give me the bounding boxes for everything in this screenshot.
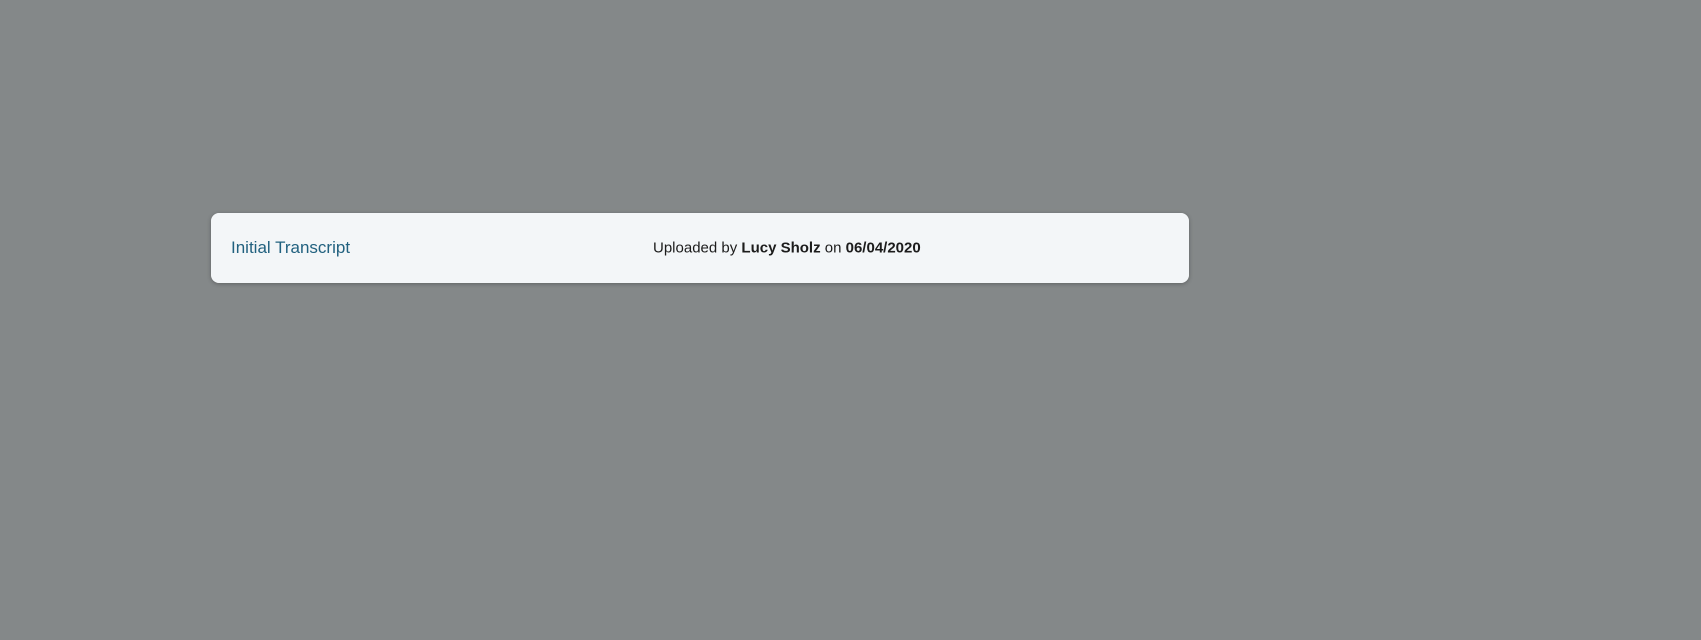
avatar (28, 119, 156, 245)
previous-button-label: Previous (31, 78, 84, 93)
sidebar-item-overview[interactable]: Overview ▾ (0, 335, 178, 375)
column-header-last-modified: Last Modified (658, 177, 742, 194)
back-link-label: Back to Student Roster (29, 16, 178, 33)
column-header-name: Name (233, 177, 271, 194)
sidebar-item-manage-documents-label: Manage Documents (24, 504, 150, 521)
last-modified-cell: – (644, 398, 1336, 462)
table-row[interactable]: Final Transcript – Upload (219, 335, 1661, 399)
recommendations-section-title: Recommendations (219, 583, 478, 619)
table-bottom-rule (219, 524, 1661, 526)
transcripts-section-title: Transcripts (219, 111, 372, 146)
sidebar-item-colleges-applications-label: Colleges & Applications (12, 385, 96, 421)
sidebar-item-send-documents[interactable]: Send Documents (12, 529, 178, 561)
last-modified-cell: Uploaded by Lucy Sholz on 06/04/2020 (653, 239, 921, 257)
cloud-upload-icon[interactable] (1639, 486, 1661, 502)
sidebar-scrollbar[interactable] (162, 0, 178, 640)
back-to-student-roster-link[interactable]: ❮ Back to Student Roster (0, 0, 178, 33)
upload-link[interactable]: Upload (1558, 357, 1612, 376)
last-modified-cell: – (644, 335, 1336, 399)
upload-link[interactable]: Upload (1558, 294, 1612, 313)
sidebar-item-awards-label: Awards (12, 574, 64, 592)
cloud-upload-icon[interactable] (1639, 297, 1661, 313)
sidebar-item-manage-documents[interactable]: Manage Documents (11, 496, 178, 529)
sidebar-item-scattergram-label: Scattergram (24, 472, 101, 489)
chevron-left-icon: ❮ (12, 16, 24, 33)
transcripts-table-head: Name Last Modified Add Transcript (219, 162, 1661, 210)
table-row[interactable]: Transfer Transcript – Upload (219, 398, 1661, 462)
page-title: Manage Documents (219, 20, 581, 64)
chevron-right-icon: ❯ (141, 78, 152, 93)
table-header-row: Name Last Modified Add Transcript (219, 162, 1661, 210)
sidebar-scrollbar-thumb[interactable] (167, 4, 176, 564)
sidebar-item-overview-label: Overview (12, 345, 77, 363)
column-header-action: Add Transcript (1336, 162, 1661, 210)
cloud-upload-icon[interactable] (1639, 360, 1661, 376)
add-transcript-link[interactable]: Add Transcript (1526, 176, 1616, 192)
highlighted-row-spotlight[interactable]: Initial Transcript Uploaded by Lucy Shol… (211, 213, 1189, 283)
pagination-controls: ❮ Previous Next ❯ (8, 70, 170, 101)
sidebar-item-scattergram[interactable]: Scattergram (12, 465, 178, 497)
sidebar-nav: Overview ▾ Colleges & Applications ▴ My … (0, 335, 178, 604)
document-name: Final Transcript (219, 335, 644, 399)
next-button-label: Next (106, 78, 134, 93)
recommendations-section: Recommendations (219, 583, 1661, 619)
main-content: Manage Documents Transcripts Name Last M… (179, 0, 1701, 640)
chevron-left-icon: ❮ (13, 78, 24, 93)
student-photo (82, 171, 156, 245)
student-name: Christine Marie Hill (12, 260, 154, 310)
transcripts-section-header: Transcripts (219, 111, 1661, 162)
previous-button[interactable]: ❮ Previous (9, 71, 89, 100)
trash-icon[interactable] (1645, 232, 1661, 251)
sidebar-item-send-documents-label: Send Documents (24, 536, 132, 553)
cloud-upload-icon[interactable] (1639, 423, 1661, 439)
document-name-link[interactable]: Initial Transcript (231, 238, 350, 258)
table-row[interactable]: Additional Transcript – Upload (219, 461, 1661, 525)
last-modified-cell: – (644, 461, 1336, 525)
upload-link[interactable]: Upload (1558, 420, 1612, 439)
sidebar-subnav: My Colleges Scattergram Manage Documents… (0, 432, 178, 561)
sidebar-item-my-colleges-label: My Colleges (24, 440, 102, 457)
plus-icon[interactable] (1642, 176, 1661, 195)
next-button[interactable]: Next ❯ (89, 71, 169, 100)
document-name: Additional Transcript (219, 461, 644, 525)
sidebar: ❮ Back to Student Roster viewing 9 of 12… (0, 0, 179, 640)
upload-link[interactable]: Upload (1558, 483, 1612, 502)
viewing-counter: viewing 9 of 12 (43, 46, 135, 61)
sidebar-item-awards[interactable]: Awards (0, 561, 178, 604)
transcripts-section: Transcripts Name Last Modified Add Trans… (219, 111, 1661, 526)
sidebar-item-colleges-applications[interactable]: Colleges & Applications ▴ (0, 375, 178, 433)
document-name: Transfer Transcript (219, 398, 644, 462)
app-root: ❮ Back to Student Roster viewing 9 of 12… (0, 0, 1701, 640)
delete-link[interactable]: Delete (1569, 231, 1618, 250)
chevron-up-icon[interactable] (1634, 118, 1661, 141)
sidebar-item-my-colleges[interactable]: My Colleges (12, 433, 178, 465)
